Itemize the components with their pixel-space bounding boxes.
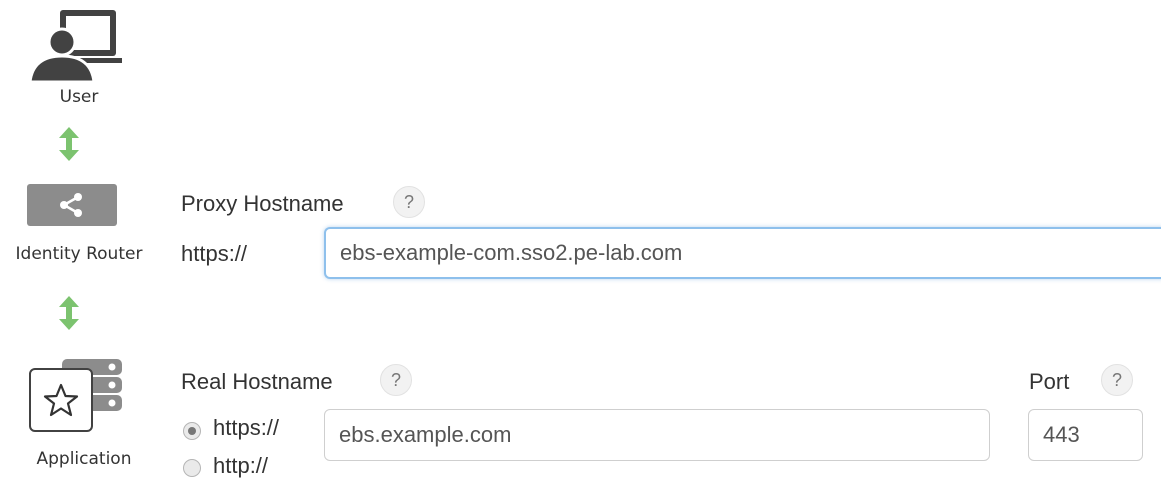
proxy-hostname-input[interactable] (324, 227, 1161, 279)
real-hostname-input[interactable] (324, 409, 990, 461)
identity-router-label: Identity Router (15, 244, 143, 264)
bidirectional-arrow-icon (59, 127, 79, 161)
port-label: Port (1029, 369, 1070, 394)
user-label: User (59, 87, 99, 107)
https-radio[interactable] (183, 422, 201, 440)
user-icon (28, 10, 122, 82)
proxy-hostname-label: Proxy Hostname (181, 191, 344, 216)
application-label: Application (36, 449, 132, 469)
share-icon (27, 184, 117, 226)
proxy-scheme-label: https:// (181, 241, 248, 266)
application-server-icon (29, 359, 122, 432)
port-help-icon[interactable]: ? (1101, 364, 1133, 396)
proxy-hostname-help-icon[interactable]: ? (393, 186, 425, 218)
http-radio[interactable] (183, 459, 201, 477)
port-input[interactable] (1028, 409, 1143, 461)
bidirectional-arrow-icon (59, 296, 79, 330)
real-hostname-label: Real Hostname (181, 369, 333, 394)
https-radio-label[interactable]: https:// (213, 415, 279, 441)
real-hostname-help-icon[interactable]: ? (380, 364, 412, 396)
http-radio-label[interactable]: http:// (213, 453, 268, 479)
